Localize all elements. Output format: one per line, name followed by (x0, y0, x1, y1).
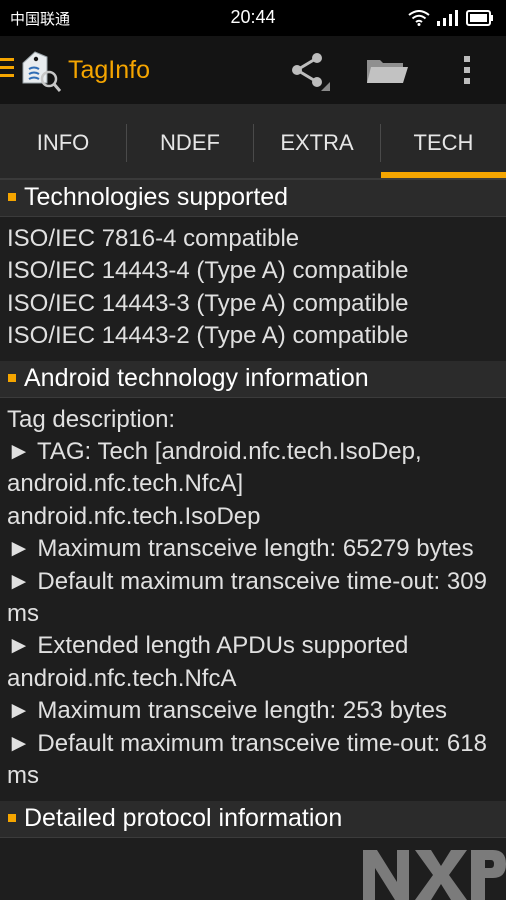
section-bullet-icon (8, 193, 16, 201)
tab-ndef[interactable]: NDEF (127, 104, 253, 180)
technology-item: ISO/IEC 14443-3 (Type A) compatible (7, 289, 409, 317)
info-line: Tag description: (7, 405, 176, 433)
wifi-icon (408, 10, 430, 26)
tab-tech[interactable]: TECH (381, 104, 506, 180)
signal-icon (437, 10, 458, 26)
info-line: ► Extended length APDUs supported (7, 632, 409, 660)
section-title: Detailed protocol information (24, 803, 343, 832)
section-header-android: Android technology information (0, 360, 506, 398)
battery-icon (466, 10, 493, 26)
status-bar: 中国联通 20:44 (0, 0, 506, 36)
technology-item: ISO/IEC 7816-4 compatible (7, 225, 300, 252)
tab-info[interactable]: INFO (0, 104, 126, 180)
section-title: Technologies supported (24, 183, 289, 211)
section-bullet-icon (8, 373, 16, 382)
section-header-protocol: Detailed protocol information (0, 800, 506, 838)
technologies-list: ISO/IEC 7816-4 compatible ISO/IEC 14443-… (0, 217, 506, 361)
section-header-technologies: Technologies supported (0, 180, 506, 217)
technology-item: ISO/IEC 14443-4 (Type A) compatible (7, 257, 409, 285)
section-bullet-icon (8, 813, 16, 822)
nxp-logo (363, 850, 506, 900)
android-info: Tag description: ► TAG: Tech [android.nf… (0, 398, 506, 801)
overflow-menu-icon[interactable] (447, 48, 491, 92)
info-line: ► TAG: Tech [android.nfc.tech.IsoDep, an… (7, 438, 422, 498)
app-logo-icon[interactable] (17, 49, 61, 93)
info-line: android.nfc.tech.NfcA (7, 664, 237, 692)
info-line: ► Maximum transceive length: 65279 bytes (7, 535, 474, 563)
tab-bar: INFO NDEF EXTRA TECH (0, 104, 506, 180)
folder-icon[interactable] (364, 48, 408, 92)
action-bar: TagInfo (0, 36, 506, 104)
info-line: ► Default maximum transceive time-out: 6… (7, 729, 487, 790)
technology-item: ISO/IEC 14443-2 (Type A) compatible (7, 322, 409, 350)
tech-content[interactable]: Technologies supported ISO/IEC 7816-4 co… (0, 180, 506, 838)
info-line: android.nfc.tech.IsoDep (7, 502, 261, 530)
share-icon[interactable] (287, 48, 331, 92)
info-line: ► Maximum transceive length: 253 bytes (7, 697, 447, 725)
tab-extra[interactable]: EXTRA (254, 104, 380, 180)
section-title: Android technology information (24, 363, 369, 392)
menu-icon[interactable] (0, 58, 14, 80)
app-title: TagInfo (68, 56, 151, 84)
status-icons (408, 9, 494, 27)
info-line: ► Default maximum transceive time-out: 3… (7, 567, 487, 628)
